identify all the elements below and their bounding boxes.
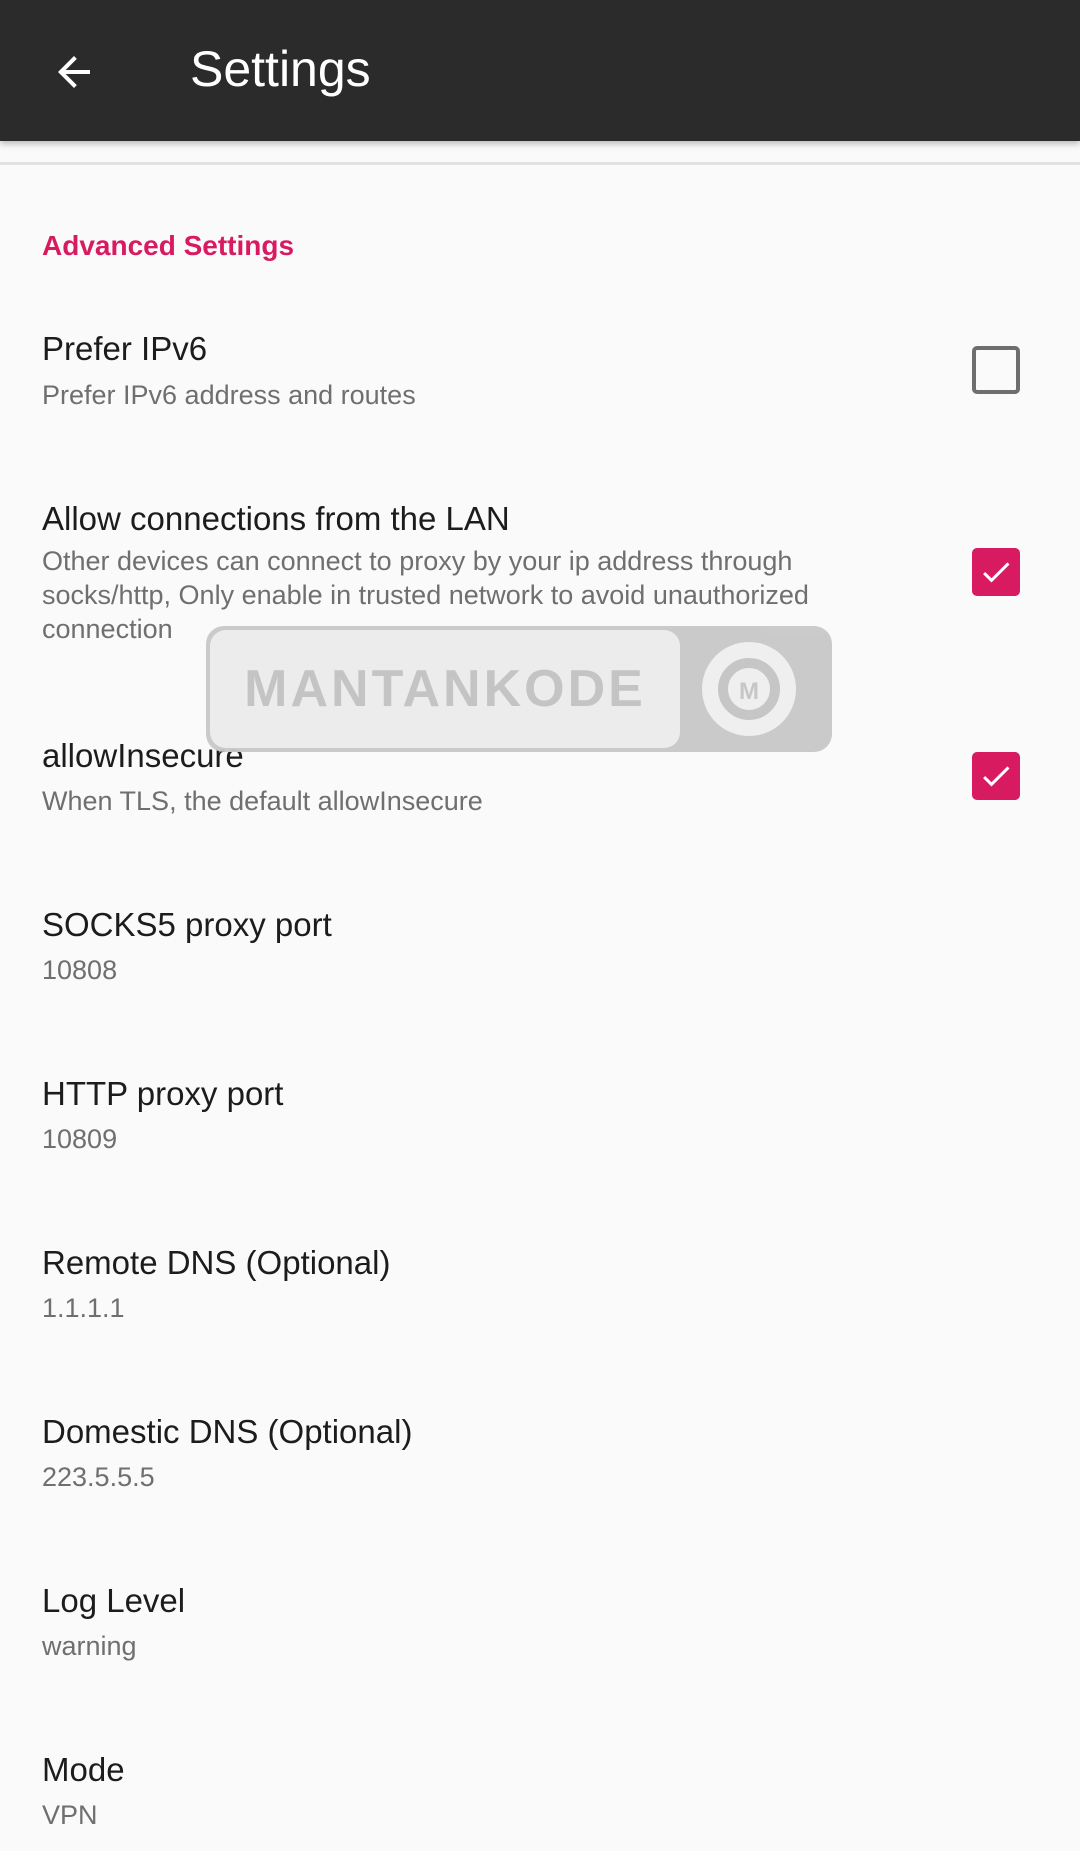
- arrow-back-icon: [58, 56, 90, 88]
- pref-title: Log Level: [42, 1582, 186, 1619]
- prefer-ipv6-checkbox[interactable]: [972, 346, 1020, 394]
- back-button[interactable]: [30, 28, 118, 116]
- divider: [0, 162, 1080, 165]
- pref-summary: 10809: [42, 1124, 118, 1154]
- pref-summary: Prefer IPv6 address and routes: [42, 380, 416, 410]
- pref-title: HTTP proxy port: [42, 1075, 284, 1112]
- pref-title: Prefer IPv6: [42, 330, 208, 367]
- checkmark-icon: [983, 562, 1010, 583]
- pref-title: Domestic DNS (Optional): [42, 1413, 413, 1450]
- allow-lan-checkbox[interactable]: [972, 548, 1020, 596]
- pref-title: Allow connections from the LAN: [42, 500, 510, 537]
- checkmark-icon: [983, 766, 1010, 787]
- pref-summary: warning: [42, 1631, 137, 1661]
- pref-socks5-port[interactable]: SOCKS5 proxy port 10808: [0, 893, 1080, 1013]
- pref-domestic-dns[interactable]: Domestic DNS (Optional) 223.5.5.5: [0, 1400, 1080, 1520]
- pref-title: SOCKS5 proxy port: [42, 906, 332, 943]
- pref-title: Mode: [42, 1751, 125, 1788]
- page-title: Settings: [190, 41, 371, 97]
- watermark-text-box: MANTANKODE: [210, 630, 680, 748]
- section-header-advanced: Advanced Settings: [42, 230, 295, 261]
- pref-mode[interactable]: Mode VPN: [0, 1738, 1080, 1850]
- pref-summary: 1.1.1.1: [42, 1293, 125, 1323]
- pref-log-level[interactable]: Log Level warning: [0, 1569, 1080, 1689]
- pref-http-port[interactable]: HTTP proxy port 10809: [0, 1062, 1080, 1182]
- pref-summary: 223.5.5.5: [42, 1462, 155, 1492]
- app-bar: Settings: [0, 0, 1080, 141]
- pref-title: Remote DNS (Optional): [42, 1244, 391, 1281]
- watermark: MANTANKODE M: [206, 626, 832, 752]
- allow-insecure-checkbox[interactable]: [972, 752, 1020, 800]
- pref-prefer-ipv6[interactable]: Prefer IPv6 Prefer IPv6 address and rout…: [0, 318, 1080, 438]
- pref-summary: When TLS, the default allowInsecure: [42, 786, 483, 816]
- watermark-logo-icon: M: [702, 642, 796, 736]
- pref-summary: 10808: [42, 955, 118, 985]
- svg-text:M: M: [739, 678, 759, 705]
- pref-summary: VPN: [42, 1800, 98, 1830]
- watermark-text: MANTANKODE: [244, 660, 646, 718]
- pref-remote-dns[interactable]: Remote DNS (Optional) 1.1.1.1: [0, 1231, 1080, 1351]
